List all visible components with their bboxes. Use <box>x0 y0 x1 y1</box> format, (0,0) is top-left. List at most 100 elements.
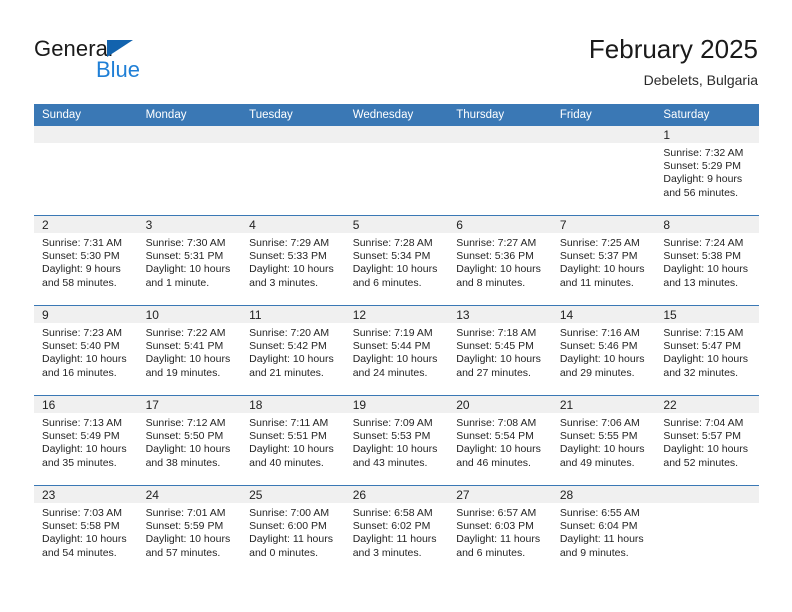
weekday-header-sunday: Sunday <box>34 104 138 126</box>
weekday-header-monday: Monday <box>137 104 242 126</box>
calendar-day-cell[interactable]: 10 Sunrise: 7:22 AM Sunset: 5:41 PM Dayligh… <box>137 305 242 396</box>
daylight-text-line2: and 43 minutes. <box>352 456 428 469</box>
day-details: Sunrise: 7:25 AM Sunset: 5:37 PM Daylight:… <box>552 233 656 290</box>
sunset-text: Sunset: 5:40 PM <box>42 340 120 353</box>
day-details: Sunrise: 7:12 AM Sunset: 5:50 PM Daylight:… <box>138 413 242 470</box>
sunrise-text: Sunrise: 7:23 AM <box>42 327 122 339</box>
daylight-text-line2: and 11 minutes. <box>559 276 634 289</box>
daylight-text-line2: and 8 minutes. <box>456 276 526 289</box>
day-number <box>241 126 345 143</box>
daylight-text-line2: and 24 minutes. <box>352 366 428 379</box>
daylight-text-line2: and 27 minutes. <box>456 366 531 379</box>
calendar-day-cell[interactable]: 14 Sunrise: 7:16 AM Sunset: 5:46 PM Dayligh… <box>551 305 656 396</box>
sunrise-text: Sunrise: 7:03 AM <box>42 507 122 519</box>
day-details: Sunrise: 7:18 AM Sunset: 5:45 PM Daylight:… <box>448 323 552 380</box>
daylight-text-line1: Daylight: 10 hours <box>352 443 438 456</box>
sunset-text: Sunset: 5:49 PM <box>42 430 120 443</box>
calendar-day-cell-empty <box>344 126 449 216</box>
daylight-text-line1: Daylight: 10 hours <box>456 443 541 456</box>
day-details: Sunrise: 7:30 AM Sunset: 5:31 PM Daylight:… <box>138 233 242 290</box>
calendar-week-row: 16 Sunrise: 7:13 AM Sunset: 5:49 PM Dayligh… <box>34 395 759 486</box>
calendar-day-cell[interactable]: 28 Sunrise: 6:55 AM Sunset: 6:04 PM Dayligh… <box>551 485 656 575</box>
calendar-day-cell[interactable]: 23 Sunrise: 7:03 AM Sunset: 5:58 PM Dayligh… <box>34 485 138 575</box>
calendar-day-cell[interactable]: 1 Sunrise: 7:32 AM Sunset: 5:29 PM Daylight… <box>655 126 759 216</box>
page-header: General Blue February 2025 Debelets, Bul… <box>0 0 792 100</box>
calendar-day-cell[interactable]: 12 Sunrise: 7:19 AM Sunset: 5:44 PM Dayligh… <box>344 305 449 396</box>
daylight-text-line2: and 6 minutes. <box>352 276 422 289</box>
weekday-header-tuesday: Tuesday <box>241 104 345 126</box>
sunrise-text: Sunrise: 7:29 AM <box>249 237 330 249</box>
calendar-day-cell[interactable]: 11 Sunrise: 7:20 AM Sunset: 5:42 PM Dayligh… <box>241 305 345 396</box>
sunset-text: Sunset: 5:45 PM <box>456 340 534 353</box>
sunrise-text: Sunrise: 7:04 AM <box>663 417 744 429</box>
calendar-day-cell[interactable]: 19 Sunrise: 7:09 AM Sunset: 5:53 PM Dayligh… <box>344 395 449 486</box>
calendar-day-cell[interactable]: 13 Sunrise: 7:18 AM Sunset: 5:45 PM Dayligh… <box>448 305 552 396</box>
sunrise-text: Sunrise: 7:28 AM <box>352 237 433 249</box>
calendar-day-cell[interactable]: 7 Sunrise: 7:25 AM Sunset: 5:37 PM Daylight… <box>551 215 656 306</box>
calendar-day-cell[interactable]: 3 Sunrise: 7:30 AM Sunset: 5:31 PM Daylight… <box>137 215 242 306</box>
calendar-day-cell[interactable]: 24 Sunrise: 7:01 AM Sunset: 5:59 PM Dayligh… <box>137 485 242 575</box>
day-details: Sunrise: 7:15 AM Sunset: 5:47 PM Daylight:… <box>655 323 759 380</box>
daylight-text-line2: and 16 minutes. <box>42 366 117 379</box>
daylight-text-line1: Daylight: 11 hours <box>352 533 437 546</box>
daylight-text-line2: and 19 minutes. <box>145 366 221 379</box>
day-number: 21 <box>551 396 656 413</box>
day-number: 18 <box>241 396 345 413</box>
day-details: Sunrise: 7:08 AM Sunset: 5:54 PM Daylight:… <box>448 413 552 470</box>
calendar-day-cell[interactable]: 16 Sunrise: 7:13 AM Sunset: 5:49 PM Dayligh… <box>34 395 138 486</box>
sunrise-text: Sunrise: 7:09 AM <box>352 417 433 429</box>
calendar-day-cell[interactable]: 8 Sunrise: 7:24 AM Sunset: 5:38 PM Daylight… <box>655 215 759 306</box>
calendar-day-cell-empty <box>655 485 759 575</box>
day-details: Sunrise: 7:27 AM Sunset: 5:36 PM Daylight:… <box>448 233 552 290</box>
sunrise-text: Sunrise: 7:06 AM <box>559 417 640 429</box>
calendar-day-cell[interactable]: 15 Sunrise: 7:15 AM Sunset: 5:47 PM Dayligh… <box>655 305 759 396</box>
sunset-text: Sunset: 5:53 PM <box>352 430 431 443</box>
day-details: Sunrise: 7:09 AM Sunset: 5:53 PM Daylight:… <box>345 413 449 470</box>
calendar-page: General Blue February 2025 Debelets, Bul… <box>0 0 792 612</box>
day-number: 15 <box>655 306 759 323</box>
calendar-week-row: 23 Sunrise: 7:03 AM Sunset: 5:58 PM Dayligh… <box>34 485 759 575</box>
daylight-text-line2: and 21 minutes. <box>249 366 324 379</box>
sunset-text: Sunset: 5:41 PM <box>145 340 224 353</box>
daylight-text-line1: Daylight: 10 hours <box>352 353 438 366</box>
sunset-text: Sunset: 5:31 PM <box>145 250 224 263</box>
calendar-week-row: 2 Sunrise: 7:31 AM Sunset: 5:30 PM Daylight… <box>34 215 759 306</box>
location-subtitle: Debelets, Bulgaria <box>643 72 758 88</box>
calendar-day-cell[interactable]: 27 Sunrise: 6:57 AM Sunset: 6:03 PM Dayligh… <box>448 485 552 575</box>
calendar-week-row: 9 Sunrise: 7:23 AM Sunset: 5:40 PM Daylight… <box>34 305 759 396</box>
daylight-text-line2: and 46 minutes. <box>456 456 531 469</box>
calendar-day-cell[interactable]: 17 Sunrise: 7:12 AM Sunset: 5:50 PM Dayligh… <box>137 395 242 486</box>
day-details: Sunrise: 6:58 AM Sunset: 6:02 PM Daylight:… <box>345 503 449 560</box>
calendar-day-cell[interactable]: 21 Sunrise: 7:06 AM Sunset: 5:55 PM Dayligh… <box>551 395 656 486</box>
calendar-day-cell[interactable]: 5 Sunrise: 7:28 AM Sunset: 5:34 PM Daylight… <box>344 215 449 306</box>
day-details: Sunrise: 6:57 AM Sunset: 6:03 PM Daylight:… <box>448 503 552 560</box>
daylight-text-line1: Daylight: 10 hours <box>249 353 334 366</box>
sunset-text: Sunset: 5:47 PM <box>663 340 742 353</box>
sunrise-text: Sunrise: 7:16 AM <box>559 327 640 339</box>
day-details: Sunrise: 7:06 AM Sunset: 5:55 PM Daylight:… <box>552 413 656 470</box>
sunset-text: Sunset: 5:33 PM <box>249 250 327 263</box>
logo-text-blue: Blue <box>96 57 141 82</box>
logo-triangle-icon <box>107 40 133 57</box>
calendar-day-cell[interactable]: 26 Sunrise: 6:58 AM Sunset: 6:02 PM Dayligh… <box>344 485 449 575</box>
daylight-text-line1: Daylight: 10 hours <box>145 263 231 276</box>
day-number: 10 <box>137 306 242 323</box>
calendar-day-cell[interactable]: 9 Sunrise: 7:23 AM Sunset: 5:40 PM Daylight… <box>34 305 138 396</box>
daylight-text-line1: Daylight: 10 hours <box>249 263 334 276</box>
calendar-day-cell[interactable]: 2 Sunrise: 7:31 AM Sunset: 5:30 PM Daylight… <box>34 215 138 306</box>
calendar-day-cell[interactable]: 4 Sunrise: 7:29 AM Sunset: 5:33 PM Daylight… <box>241 215 345 306</box>
sunrise-text: Sunrise: 7:31 AM <box>42 237 122 249</box>
calendar-day-cell[interactable]: 18 Sunrise: 7:11 AM Sunset: 5:51 PM Dayligh… <box>241 395 345 486</box>
daylight-text-line2: and 54 minutes. <box>42 546 117 559</box>
day-number: 27 <box>448 486 552 503</box>
sunrise-text: Sunrise: 6:55 AM <box>559 507 640 519</box>
calendar-day-cell[interactable]: 22 Sunrise: 7:04 AM Sunset: 5:57 PM Dayligh… <box>655 395 759 486</box>
calendar-day-cell[interactable]: 25 Sunrise: 7:00 AM Sunset: 6:00 PM Dayligh… <box>241 485 345 575</box>
daylight-text-line1: Daylight: 9 hours <box>663 173 743 186</box>
calendar-week-row: 1 Sunrise: 7:32 AM Sunset: 5:29 PM Daylight… <box>34 126 759 216</box>
calendar-day-cell[interactable]: 6 Sunrise: 7:27 AM Sunset: 5:36 PM Daylight… <box>448 215 552 306</box>
general-blue-logo[interactable]: General Blue <box>34 36 204 86</box>
calendar-day-cell[interactable]: 20 Sunrise: 7:08 AM Sunset: 5:54 PM Dayligh… <box>448 395 552 486</box>
weekday-header-wednesday: Wednesday <box>344 104 449 126</box>
day-number: 11 <box>241 306 345 323</box>
